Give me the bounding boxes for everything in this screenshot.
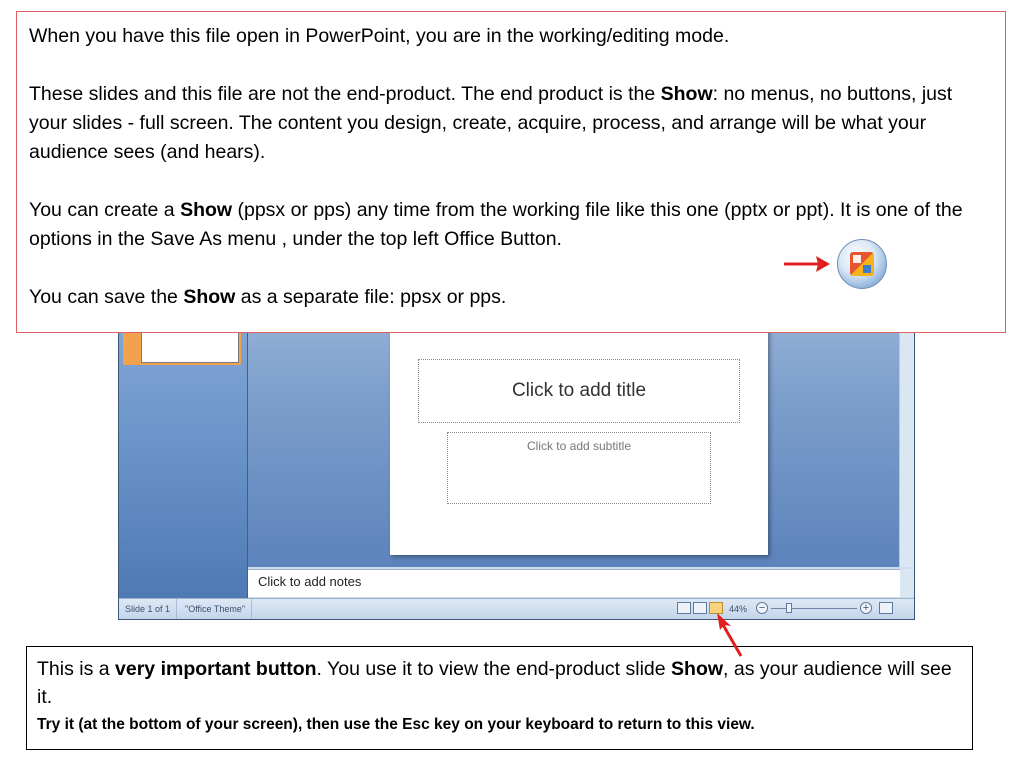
- notes-scrollbar[interactable]: [900, 569, 914, 597]
- status-bar: Slide 1 of 1 "Office Theme" 44% − +: [119, 598, 914, 619]
- slide-sorter-view-button[interactable]: [693, 602, 707, 614]
- zoom-level[interactable]: 44%: [729, 599, 747, 619]
- title-placeholder[interactable]: Click to add title: [418, 359, 740, 423]
- slide-show-view-button[interactable]: [709, 602, 723, 614]
- office-logo-icon: [850, 252, 874, 276]
- zoom-in-button[interactable]: +: [860, 602, 872, 614]
- try-it-text: Try it (at the bottom of your screen), t…: [37, 716, 755, 733]
- editing-mode-text: When you have this file open in PowerPoi…: [29, 25, 730, 47]
- end-product-text: These slides and this file are not the e…: [29, 83, 953, 163]
- zoom-out-button[interactable]: −: [756, 602, 768, 614]
- subtitle-placeholder[interactable]: Click to add subtitle: [447, 432, 711, 504]
- notes-pane[interactable]: Click to add notes: [248, 569, 900, 597]
- theme-name-status: "Office Theme": [179, 599, 253, 619]
- office-button-image: [837, 239, 887, 289]
- normal-view-button[interactable]: [677, 602, 691, 614]
- fit-to-window-button[interactable]: [879, 602, 893, 614]
- bottom-explanation-box: This is a very important button. You use…: [26, 646, 973, 750]
- zoom-slider-thumb[interactable]: [786, 603, 792, 613]
- slide-count-status: Slide 1 of 1: [119, 599, 178, 619]
- important-button-text: This is a very important button. You use…: [37, 658, 952, 708]
- zoom-slider-track[interactable]: [771, 608, 857, 609]
- save-show-text: You can save the Show as a separate file…: [29, 286, 507, 308]
